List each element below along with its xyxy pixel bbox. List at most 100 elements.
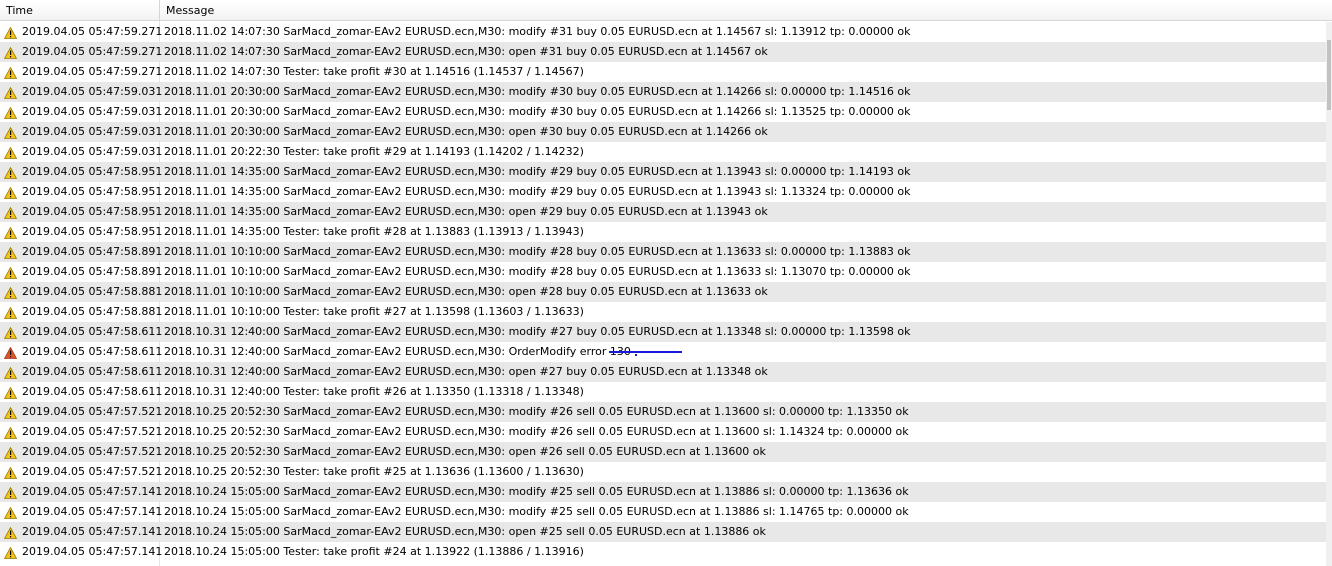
log-message: 2018.10.24 15:05:00 SarMacd_zomar-EAv2 E…	[164, 525, 766, 538]
warning-icon	[3, 446, 18, 459]
log-time: 2019.04.05 05:47:57.521	[22, 425, 163, 438]
log-message: 2018.10.31 12:40:00 Tester: take profit …	[164, 385, 584, 398]
log-row[interactable]: 2019.04.05 05:47:57.141 2018.10.24 15:05:…	[0, 542, 1326, 562]
log-time: 2019.04.05 05:47:57.141	[22, 485, 163, 498]
log-time: 2019.04.05 05:47:58.951	[22, 225, 163, 238]
log-message: 2018.11.01 10:10:00 Tester: take profit …	[164, 305, 584, 318]
scrollbar-thumb[interactable]	[1327, 40, 1331, 110]
log-message: 2018.11.01 14:35:00 SarMacd_zomar-EAv2 E…	[164, 185, 911, 198]
warning-icon	[3, 206, 18, 219]
log-time: 2019.04.05 05:47:58.891	[22, 265, 163, 278]
log-row[interactable]: 2019.04.05 05:47:57.141 2018.10.24 15:05:…	[0, 482, 1326, 502]
warning-icon	[3, 386, 18, 399]
warning-icon	[3, 106, 18, 119]
log-time: 2019.04.05 05:47:58.611	[22, 345, 163, 358]
log-row[interactable]: 2019.04.05 05:47:58.951 2018.11.01 14:35:…	[0, 162, 1326, 182]
log-row[interactable]: 2019.04.05 05:47:59.031 2018.11.01 20:30:…	[0, 82, 1326, 102]
warning-icon	[3, 86, 18, 99]
log-row[interactable]: 2019.04.05 05:47:58.611 2018.10.31 12:40:…	[0, 362, 1326, 382]
log-row[interactable]: 2019.04.05 05:47:58.881 2018.11.01 10:10:…	[0, 302, 1326, 322]
log-message: 2018.11.01 14:35:00 SarMacd_zomar-EAv2 E…	[164, 205, 768, 218]
log-message: 2018.10.25 20:52:30 SarMacd_zomar-EAv2 E…	[164, 425, 909, 438]
log-time: 2019.04.05 05:47:58.611	[22, 325, 163, 338]
warning-icon	[3, 146, 18, 159]
warning-icon	[3, 186, 18, 199]
log-row[interactable]: 2019.04.05 05:47:57.141 2018.10.24 15:05:…	[0, 522, 1326, 542]
log-message: 2018.11.01 20:22:30 Tester: take profit …	[164, 145, 584, 158]
message-column-header[interactable]: Message	[160, 0, 1332, 21]
log-row[interactable]: 2019.04.05 05:47:58.951 2018.11.01 14:35:…	[0, 182, 1326, 202]
log-time: 2019.04.05 05:47:59.031	[22, 85, 163, 98]
log-message: 2018.10.31 12:40:00 SarMacd_zomar-EAv2 E…	[164, 325, 911, 338]
log-row[interactable]: 2019.04.05 05:47:59.031 2018.11.01 20:22:…	[0, 142, 1326, 162]
log-time: 2019.04.05 05:47:57.141	[22, 505, 163, 518]
log-time: 2019.04.05 05:47:59.271	[22, 25, 163, 38]
warning-icon	[3, 246, 18, 259]
log-row[interactable]: 2019.04.05 05:47:57.141 2018.10.24 15:05:…	[0, 502, 1326, 522]
column-header: Time Message	[0, 0, 1332, 21]
log-message: 2018.10.31 12:40:00 SarMacd_zomar-EAv2 E…	[164, 365, 768, 378]
warning-icon	[3, 466, 18, 479]
log-time: 2019.04.05 05:47:59.031	[22, 145, 163, 158]
log-message: 2018.11.01 20:30:00 SarMacd_zomar-EAv2 E…	[164, 125, 768, 138]
log-row[interactable]: 2019.04.05 05:47:58.951 2018.11.01 14:35:…	[0, 202, 1326, 222]
warning-icon	[3, 226, 18, 239]
log-message: 2018.11.01 14:35:00 SarMacd_zomar-EAv2 E…	[164, 165, 911, 178]
warning-icon	[3, 306, 18, 319]
log-time: 2019.04.05 05:47:58.611	[22, 385, 163, 398]
log-message: 2018.11.02 14:07:30 Tester: take profit …	[164, 65, 584, 78]
log-list: 2019.04.05 05:47:59.271 2018.11.02 14:07:…	[0, 22, 1326, 562]
journal-panel: Time Message 2019.04.05 05:47:59.271 2018…	[0, 0, 1332, 566]
log-row[interactable]: 2019.04.05 05:47:58.611 2018.10.31 12:40:…	[0, 322, 1326, 342]
warning-icon	[3, 326, 18, 339]
log-row[interactable]: 2019.04.05 05:47:58.891 2018.11.01 10:10:…	[0, 242, 1326, 262]
log-message: 2018.11.01 20:30:00 SarMacd_zomar-EAv2 E…	[164, 85, 911, 98]
log-row[interactable]: 2019.04.05 05:47:57.521 2018.10.25 20:52:…	[0, 442, 1326, 462]
warning-icon	[3, 126, 18, 139]
log-time: 2019.04.05 05:47:58.951	[22, 205, 163, 218]
log-row[interactable]: 2019.04.05 05:47:59.031 2018.11.01 20:30:…	[0, 122, 1326, 142]
time-column-header[interactable]: Time	[0, 0, 160, 21]
log-time: 2019.04.05 05:47:58.891	[22, 245, 163, 258]
warning-icon	[3, 266, 18, 279]
log-time: 2019.04.05 05:47:58.611	[22, 365, 163, 378]
log-time: 2019.04.05 05:47:57.521	[22, 405, 163, 418]
log-time: 2019.04.05 05:47:57.521	[22, 445, 163, 458]
log-time: 2019.04.05 05:47:59.271	[22, 65, 163, 78]
log-row[interactable]: 2019.04.05 05:47:59.271 2018.11.02 14:07:…	[0, 42, 1326, 62]
log-message: 2018.11.01 10:10:00 SarMacd_zomar-EAv2 E…	[164, 245, 911, 258]
warning-icon	[3, 426, 18, 439]
log-time: 2019.04.05 05:47:59.271	[22, 45, 163, 58]
warning-icon	[3, 406, 18, 419]
log-row[interactable]: 2019.04.05 05:47:57.521 2018.10.25 20:52:…	[0, 462, 1326, 482]
log-message: 2018.11.01 10:10:00 SarMacd_zomar-EAv2 E…	[164, 265, 911, 278]
log-row[interactable]: 2019.04.05 05:47:58.951 2018.11.01 14:35:…	[0, 222, 1326, 242]
log-row[interactable]: 2019.04.05 05:47:57.521 2018.10.25 20:52:…	[0, 402, 1326, 422]
log-message: 2018.11.01 14:35:00 Tester: take profit …	[164, 225, 584, 238]
log-row[interactable]: 2019.04.05 05:47:58.611 2018.10.31 12:40:…	[0, 382, 1326, 402]
log-time: 2019.04.05 05:47:57.141	[22, 525, 163, 538]
warning-icon	[3, 546, 18, 559]
log-time: 2019.04.05 05:47:57.141	[22, 545, 163, 558]
log-message: 2018.10.31 12:40:00 SarMacd_zomar-EAv2 E…	[164, 345, 631, 358]
log-time: 2019.04.05 05:47:58.881	[22, 285, 163, 298]
warning-icon	[3, 166, 18, 179]
log-message: 2018.10.25 20:52:30 SarMacd_zomar-EAv2 E…	[164, 445, 766, 458]
log-message: 2018.10.25 20:52:30 SarMacd_zomar-EAv2 E…	[164, 405, 909, 418]
log-message: 2018.11.01 20:30:00 SarMacd_zomar-EAv2 E…	[164, 105, 911, 118]
log-row[interactable]: 2019.04.05 05:47:57.521 2018.10.25 20:52:…	[0, 422, 1326, 442]
log-message: 2018.10.24 15:05:00 SarMacd_zomar-EAv2 E…	[164, 485, 909, 498]
log-row[interactable]: 2019.04.05 05:47:59.271 2018.11.02 14:07:…	[0, 62, 1326, 82]
log-row[interactable]: 2019.04.05 05:47:58.881 2018.11.01 10:10:…	[0, 282, 1326, 302]
log-row[interactable]: 2019.04.05 05:47:59.031 2018.11.01 20:30:…	[0, 102, 1326, 122]
log-row[interactable]: 2019.04.05 05:47:59.271 2018.11.02 14:07:…	[0, 22, 1326, 42]
log-message: 2018.11.01 10:10:00 SarMacd_zomar-EAv2 E…	[164, 285, 768, 298]
log-row[interactable]: 2019.04.05 05:47:58.891 2018.11.01 10:10:…	[0, 262, 1326, 282]
log-message: 2018.10.24 15:05:00 Tester: take profit …	[164, 545, 584, 558]
vertical-scrollbar[interactable]	[1326, 22, 1332, 566]
warning-icon	[3, 46, 18, 59]
warning-icon	[3, 286, 18, 299]
log-time: 2019.04.05 05:47:59.031	[22, 105, 163, 118]
log-time: 2019.04.05 05:47:57.521	[22, 465, 163, 478]
log-time: 2019.04.05 05:47:58.881	[22, 305, 163, 318]
